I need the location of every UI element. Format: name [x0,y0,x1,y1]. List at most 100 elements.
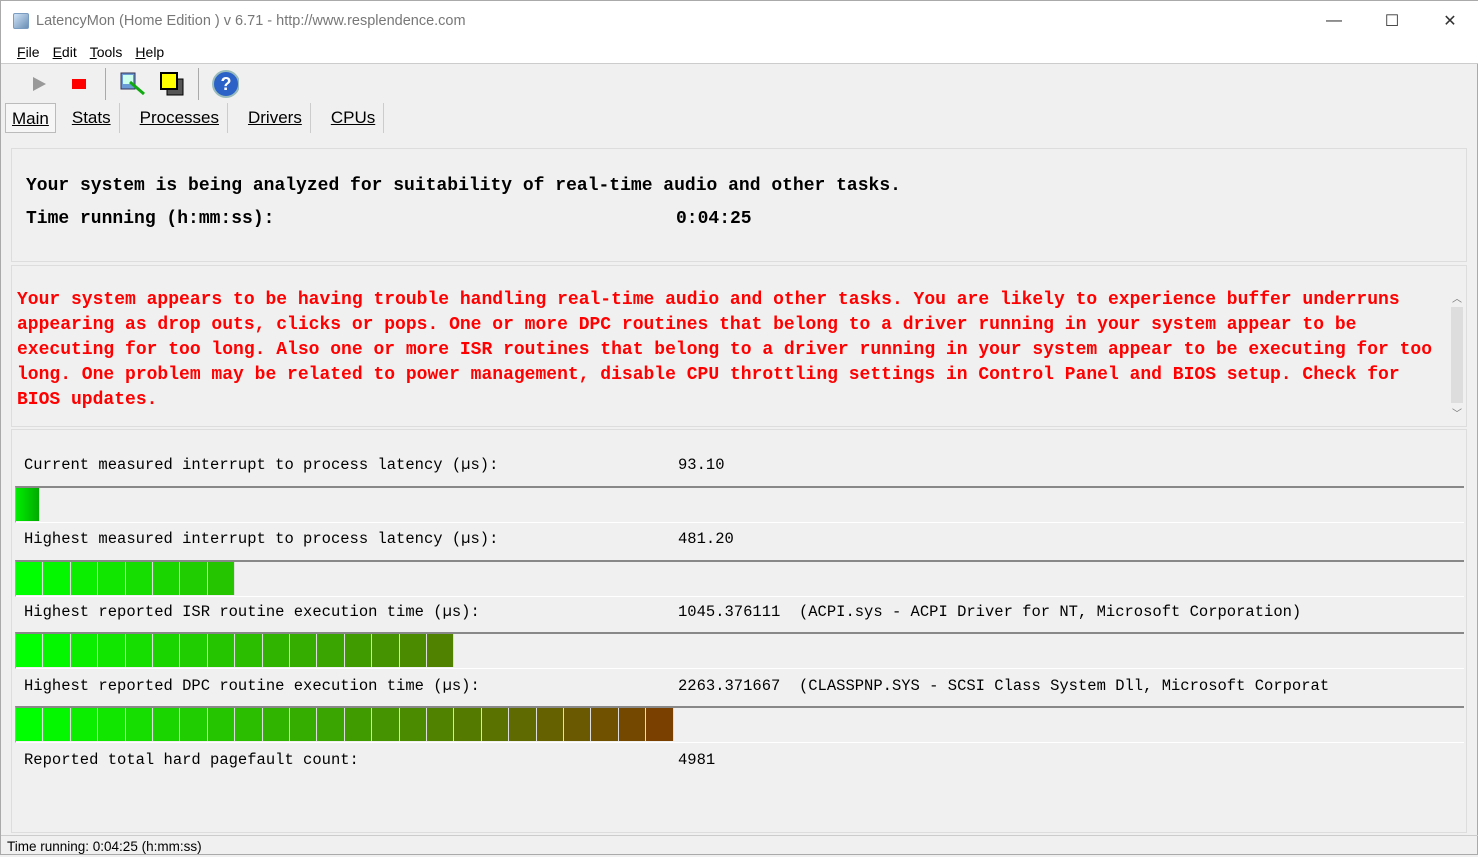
bar-segment [564,708,592,741]
bar-segment [372,634,400,667]
stop-icon[interactable] [65,70,93,98]
bar-segment [427,708,455,741]
bar-segment [70,708,99,741]
metric-label: Highest reported ISR routine execution t… [24,603,480,621]
verdict-panel: Your system appears to be having trouble… [11,265,1467,427]
help-icon[interactable]: ? [211,70,239,98]
bar-segment [454,708,482,741]
metric-label: Highest reported DPC routine execution t… [24,677,480,695]
tab-cpus[interactable]: CPUs [323,103,385,133]
scroll-up-icon[interactable]: ︿ [1450,290,1464,305]
latency-bar [15,632,1464,669]
bar-segment [207,708,236,741]
bar-segment [125,634,153,667]
bar-segment [125,562,153,595]
bar-segment [153,562,181,595]
verdict-scrollbar[interactable]: ︿ ﹀ [1450,290,1464,422]
driver-wizard-icon[interactable] [118,70,146,98]
bar-segment [43,562,71,595]
status-bar: Time running: 0:04:25 (h:mm:ss) [1,835,1478,856]
metric-driver: (CLASSPNP.SYS - SCSI Class System Dll, M… [798,677,1330,695]
metric-value: 2263.371667 (CLASSPNP.SYS - SCSI Class S… [678,677,1330,695]
tab-processes[interactable]: Processes [132,103,228,133]
bar-segment [481,708,510,741]
svg-text:?: ? [221,74,232,94]
toolbar-divider [198,68,199,100]
bar-segment [399,634,427,667]
metric-label: Current measured interrupt to process la… [24,456,499,474]
bar-segment [16,562,44,595]
metric-label: Highest measured interrupt to process la… [24,530,499,548]
tab-main[interactable]: Main [5,103,56,133]
bar-segment [399,708,427,741]
menu-help[interactable]: Help [135,44,164,60]
bar-segment [70,562,99,595]
time-running-value: 0:04:25 [676,209,752,229]
bar-segment [591,708,619,741]
play-icon[interactable] [25,70,53,98]
bar-segment [372,708,400,741]
menu-bar: File Edit Tools Help [1,41,1478,64]
toolbar: ? [1,65,251,103]
app-icon [13,13,29,29]
metric-driver: (ACPI.sys - ACPI Driver for NT, Microsof… [798,603,1302,621]
bar-segment [70,634,99,667]
bar-segment [16,708,44,741]
menu-tools[interactable]: Tools [90,44,123,60]
scroll-down-icon[interactable]: ﹀ [1450,405,1464,420]
bar-segment [43,634,71,667]
bar-segment [290,708,318,741]
tab-stats[interactable]: Stats [64,103,120,133]
latency-bar [15,560,1464,597]
bar-segment [235,634,263,667]
bar-segment [180,562,208,595]
bar-segment [153,634,181,667]
bar-segment [16,634,44,667]
pagefault-value: 4981 [678,751,716,769]
bar-segment [180,634,208,667]
bar-segment [536,708,564,741]
bar-segment [509,708,537,741]
bar-segment [427,634,455,667]
bar-segment [180,708,208,741]
bar-segment [317,708,345,741]
bar-segment [618,708,647,741]
bar-segment [262,708,290,741]
verdict-text: Your system appears to be having trouble… [17,290,1433,410]
title-bar: LatencyMon (Home Edition ) v 6.71 - http… [1,1,1478,41]
bar-segment [98,562,126,595]
metric-value: 481.20 [678,530,734,548]
window-title: LatencyMon (Home Edition ) v 6.71 - http… [36,13,466,29]
maximize-button[interactable]: ☐ [1363,1,1421,41]
tab-drivers[interactable]: Drivers [240,103,311,133]
bar-segment [317,634,345,667]
latency-bar [15,706,1464,743]
tab-bar: Main Stats Processes Drivers CPUs [5,103,396,133]
menu-edit[interactable]: Edit [53,44,77,60]
bar-segment [153,708,181,741]
bar-segment [235,708,263,741]
metrics-panel: Current measured interrupt to process la… [11,429,1467,833]
bar-segment [125,708,153,741]
analysis-panel: Your system is being analyzed for suitab… [11,148,1467,262]
bar-segment [98,708,126,741]
latency-bar [15,486,1464,523]
bar-segment [646,708,674,741]
metric-value: 1045.376111 (ACPI.sys - ACPI Driver for … [678,603,1302,621]
bar-segment [344,708,373,741]
menu-file[interactable]: File [17,44,40,60]
minimize-button[interactable]: — [1305,1,1363,41]
toolbar-divider [105,68,106,100]
close-button[interactable]: ✕ [1421,1,1478,41]
pagefault-label: Reported total hard pagefault count: [24,751,359,769]
bar-segment [290,634,318,667]
metric-value: 93.10 [678,456,725,474]
windows-icon[interactable] [158,70,186,98]
bar-segment [207,562,236,595]
bar-segment [98,634,126,667]
bar-segment [207,634,236,667]
bar-segment [43,708,71,741]
time-running-label: Time running (h:mm:ss): [26,209,275,229]
bar-segment [16,488,40,521]
bar-segment [262,634,290,667]
